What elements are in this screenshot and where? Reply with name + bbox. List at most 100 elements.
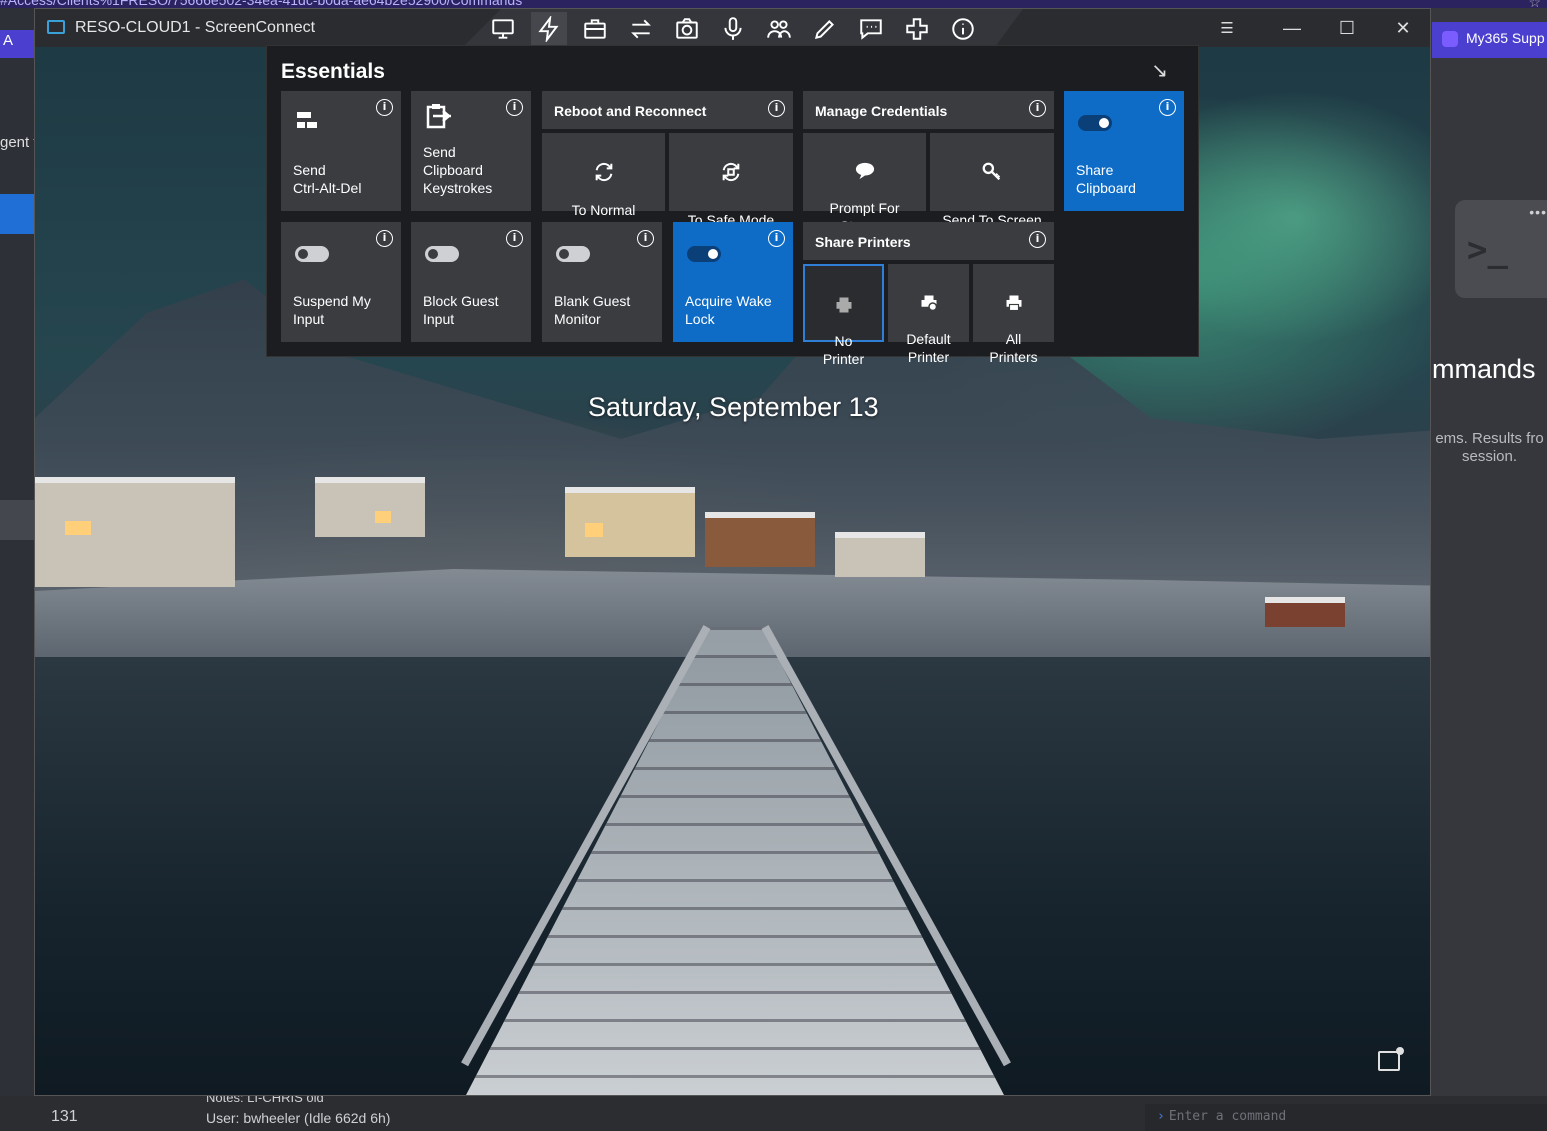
extensions-button[interactable] <box>899 12 935 46</box>
share-clipboard-toggle[interactable] <box>1078 115 1112 131</box>
minimize-icon: — <box>1283 17 1301 38</box>
share-clipboard-tile[interactable]: i Share Clipboard <box>1064 91 1184 211</box>
maximize-button[interactable]: ☐ <box>1328 13 1366 43</box>
lightning-icon <box>538 16 559 42</box>
tile-label: Share Clipboard <box>1076 162 1136 196</box>
share-printers-label: Share Printers <box>815 234 911 250</box>
info-icon[interactable]: i <box>1159 99 1176 116</box>
toolbox-button[interactable] <box>577 12 613 46</box>
window-titlebar[interactable]: RESO-CLOUD1 - ScreenConnect ☰ — ☐ ✕ <box>35 9 1430 47</box>
reboot-safe-mode-button[interactable]: To Safe Mode <box>669 133 793 228</box>
dots-icon: ••• <box>1529 204 1547 220</box>
prompt-for-storage-button[interactable]: Prompt For Storage <box>803 133 926 234</box>
camera-icon <box>676 18 698 39</box>
list-icon: ☰ <box>1220 20 1234 37</box>
info-icon[interactable]: i <box>376 230 393 247</box>
remote-notification-icon[interactable] <box>1378 1047 1404 1071</box>
collapse-arrow-icon[interactable]: ↘ <box>1151 58 1168 83</box>
microphone-button[interactable] <box>715 12 751 46</box>
refresh-icon <box>595 162 612 182</box>
tile-label: Suspend My Input <box>293 293 371 327</box>
puzzle-icon <box>906 18 928 40</box>
tile-label: Blank Guest Monitor <box>554 293 631 327</box>
url-text[interactable]: #Access/Clients%1FRESO/75666e502-34ea-41… <box>0 0 522 8</box>
close-button[interactable]: ✕ <box>1384 13 1422 43</box>
info-icon[interactable]: i <box>768 100 785 117</box>
left-sidebar <box>0 8 36 1108</box>
printer-check-icon <box>921 295 937 312</box>
key-icon <box>982 162 1001 181</box>
no-printer-label: No Printer <box>822 333 865 367</box>
terminal-prompt-icon: >_ <box>1467 230 1508 270</box>
tile-label: Block Guest Input <box>423 293 499 327</box>
toolbox-icon <box>584 19 606 39</box>
left-sidebar-item[interactable] <box>0 500 36 540</box>
minimize-button[interactable]: — <box>1273 13 1311 43</box>
block-guest-input-tile[interactable]: i Block Guest Input <box>411 222 531 342</box>
info-icon[interactable]: i <box>506 99 523 116</box>
chat-button[interactable] <box>853 12 889 46</box>
reboot-reconnect-label: Reboot and Reconnect <box>554 103 707 119</box>
suspend-input-tile[interactable]: i Suspend My Input <box>281 222 401 342</box>
manage-credentials-header: Manage Credentials i <box>803 91 1054 129</box>
house-right <box>835 532 925 577</box>
commands-description: ems. Results fro session. <box>1432 430 1547 466</box>
wake-lock-toggle[interactable] <box>687 246 721 262</box>
info-icon[interactable]: i <box>506 230 523 247</box>
house-far-right <box>1265 597 1345 627</box>
browser-tab-left[interactable]: A <box>0 30 36 58</box>
tile-label: Send Ctrl-Alt-Del <box>293 162 362 196</box>
session-user: User: bwheeler (Idle 662d 6h) <box>206 1110 391 1126</box>
close-icon: ✕ <box>1395 17 1411 38</box>
block-guest-input-toggle[interactable] <box>425 246 459 262</box>
command-input[interactable]: › Enter a command <box>1145 1104 1547 1131</box>
safe-refresh-icon <box>722 162 740 182</box>
screenconnect-app-icon <box>47 20 65 34</box>
default-printer-label: Default Printer <box>906 331 951 365</box>
command-placeholder: Enter a command <box>1168 1109 1287 1124</box>
speech-bubble-icon <box>855 162 874 180</box>
printer-disabled-icon <box>836 297 851 313</box>
tile-label: Send Clipboard Keystrokes <box>423 144 493 196</box>
acquire-wake-lock-tile[interactable]: i Acquire Wake Lock <box>673 222 793 342</box>
default-printer-button[interactable]: Default Printer <box>888 264 969 365</box>
suspend-input-toggle[interactable] <box>295 246 329 262</box>
terminal-icon: ••• >_ <box>1455 200 1547 298</box>
session-menu-button[interactable]: ☰ <box>1208 13 1246 43</box>
users-icon <box>767 20 791 38</box>
commands-description-line2: session. <box>1461 448 1518 465</box>
microphone-icon <box>724 17 742 40</box>
window-title: RESO-CLOUD1 - ScreenConnect <box>75 19 316 36</box>
house-center <box>565 487 695 557</box>
info-icon[interactable]: i <box>637 230 654 247</box>
screenshot-button[interactable] <box>669 12 705 46</box>
browser-tab-my365[interactable]: My365 Supp <box>1432 22 1547 58</box>
send-to-screen-button[interactable]: Send To Screen <box>930 133 1054 228</box>
command-caret-icon: › <box>1157 1109 1165 1124</box>
display-button[interactable] <box>485 12 521 46</box>
send-ctrl-alt-del-tile[interactable]: i Send Ctrl-Alt-Del <box>281 91 401 211</box>
info-icon[interactable]: i <box>1029 100 1046 117</box>
house-window <box>585 523 603 537</box>
bookmark-star-icon[interactable]: ☆ <box>1528 0 1541 8</box>
blank-guest-monitor-tile[interactable]: i Blank Guest Monitor <box>542 222 662 342</box>
send-clipboard-keystrokes-tile[interactable]: i Send Clipboard Keystrokes <box>411 91 531 211</box>
right-panel <box>1430 8 1547 1108</box>
essentials-button[interactable] <box>531 12 567 46</box>
info-icon[interactable]: i <box>376 99 393 116</box>
info-icon[interactable]: i <box>768 230 785 247</box>
tile-label: Acquire Wake Lock <box>685 293 772 327</box>
browser-url-bar[interactable]: #Access/Clients%1FRESO/75666e502-34ea-41… <box>0 0 1547 8</box>
file-transfer-button[interactable] <box>623 12 659 46</box>
transfer-icon <box>631 19 651 39</box>
participants-button[interactable] <box>761 12 797 46</box>
blank-monitor-toggle[interactable] <box>556 246 590 262</box>
all-printers-button[interactable]: All Printers <box>973 264 1054 365</box>
info-icon[interactable]: i <box>1029 231 1046 248</box>
chat-icon <box>860 19 882 40</box>
annotate-button[interactable] <box>807 12 843 46</box>
no-printer-button[interactable]: No Printer <box>803 264 884 367</box>
info-button[interactable] <box>945 12 981 46</box>
left-sidebar-selected-item[interactable] <box>0 194 36 234</box>
reboot-normal-mode-button[interactable]: To Normal Mode <box>542 133 665 236</box>
